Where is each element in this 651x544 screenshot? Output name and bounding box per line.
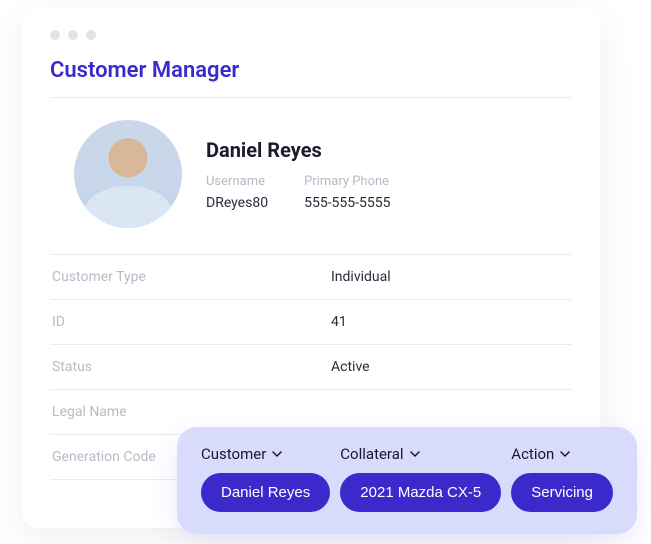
detail-row-id: ID 41	[50, 300, 572, 345]
phone-label: Primary Phone	[304, 174, 390, 189]
collateral-dropdown[interactable]: Collateral	[340, 445, 419, 463]
detail-label: Status	[52, 359, 291, 375]
window-dot	[68, 30, 78, 40]
action-group-customer: Customer Daniel Reyes	[201, 445, 330, 512]
detail-value: Individual	[291, 269, 570, 285]
username-field: Username DReyes80	[206, 174, 268, 211]
detail-label: Customer Type	[52, 269, 291, 285]
action-group-action: Action Servicing	[511, 445, 613, 512]
chevron-down-icon	[272, 449, 282, 459]
detail-row-status: Status Active	[50, 345, 572, 390]
window-dot	[50, 30, 60, 40]
username-value: DReyes80	[206, 195, 268, 211]
collateral-pill-button[interactable]: 2021 Mazda CX-5	[340, 473, 501, 512]
detail-value: Active	[291, 359, 570, 375]
dropdown-label: Collateral	[340, 445, 403, 463]
detail-value: 41	[291, 314, 570, 330]
action-group-collateral: Collateral 2021 Mazda CX-5	[340, 445, 501, 512]
window-controls	[50, 30, 572, 40]
detail-label: ID	[52, 314, 291, 330]
detail-row-customer-type: Customer Type Individual	[50, 254, 572, 300]
customer-dropdown[interactable]: Customer	[201, 445, 282, 463]
dropdown-label: Action	[511, 445, 554, 463]
phone-field: Primary Phone 555-555-5555	[304, 174, 390, 211]
action-dropdown[interactable]: Action	[511, 445, 570, 463]
action-pill-button[interactable]: Servicing	[511, 473, 613, 512]
dropdown-label: Customer	[201, 445, 266, 463]
page-title: Customer Manager	[50, 58, 572, 83]
divider	[50, 97, 572, 98]
chevron-down-icon	[560, 449, 570, 459]
profile-info: Daniel Reyes Username DReyes80 Primary P…	[206, 138, 391, 211]
profile-section: Daniel Reyes Username DReyes80 Primary P…	[50, 120, 572, 228]
customer-pill-button[interactable]: Daniel Reyes	[201, 473, 330, 512]
customer-name: Daniel Reyes	[206, 138, 391, 162]
username-label: Username	[206, 174, 268, 189]
action-bar: Customer Daniel Reyes Collateral 2021 Ma…	[177, 427, 637, 534]
phone-value: 555-555-5555	[304, 195, 390, 211]
avatar	[74, 120, 182, 228]
window-dot	[86, 30, 96, 40]
detail-label: Legal Name	[52, 404, 291, 420]
chevron-down-icon	[410, 449, 420, 459]
